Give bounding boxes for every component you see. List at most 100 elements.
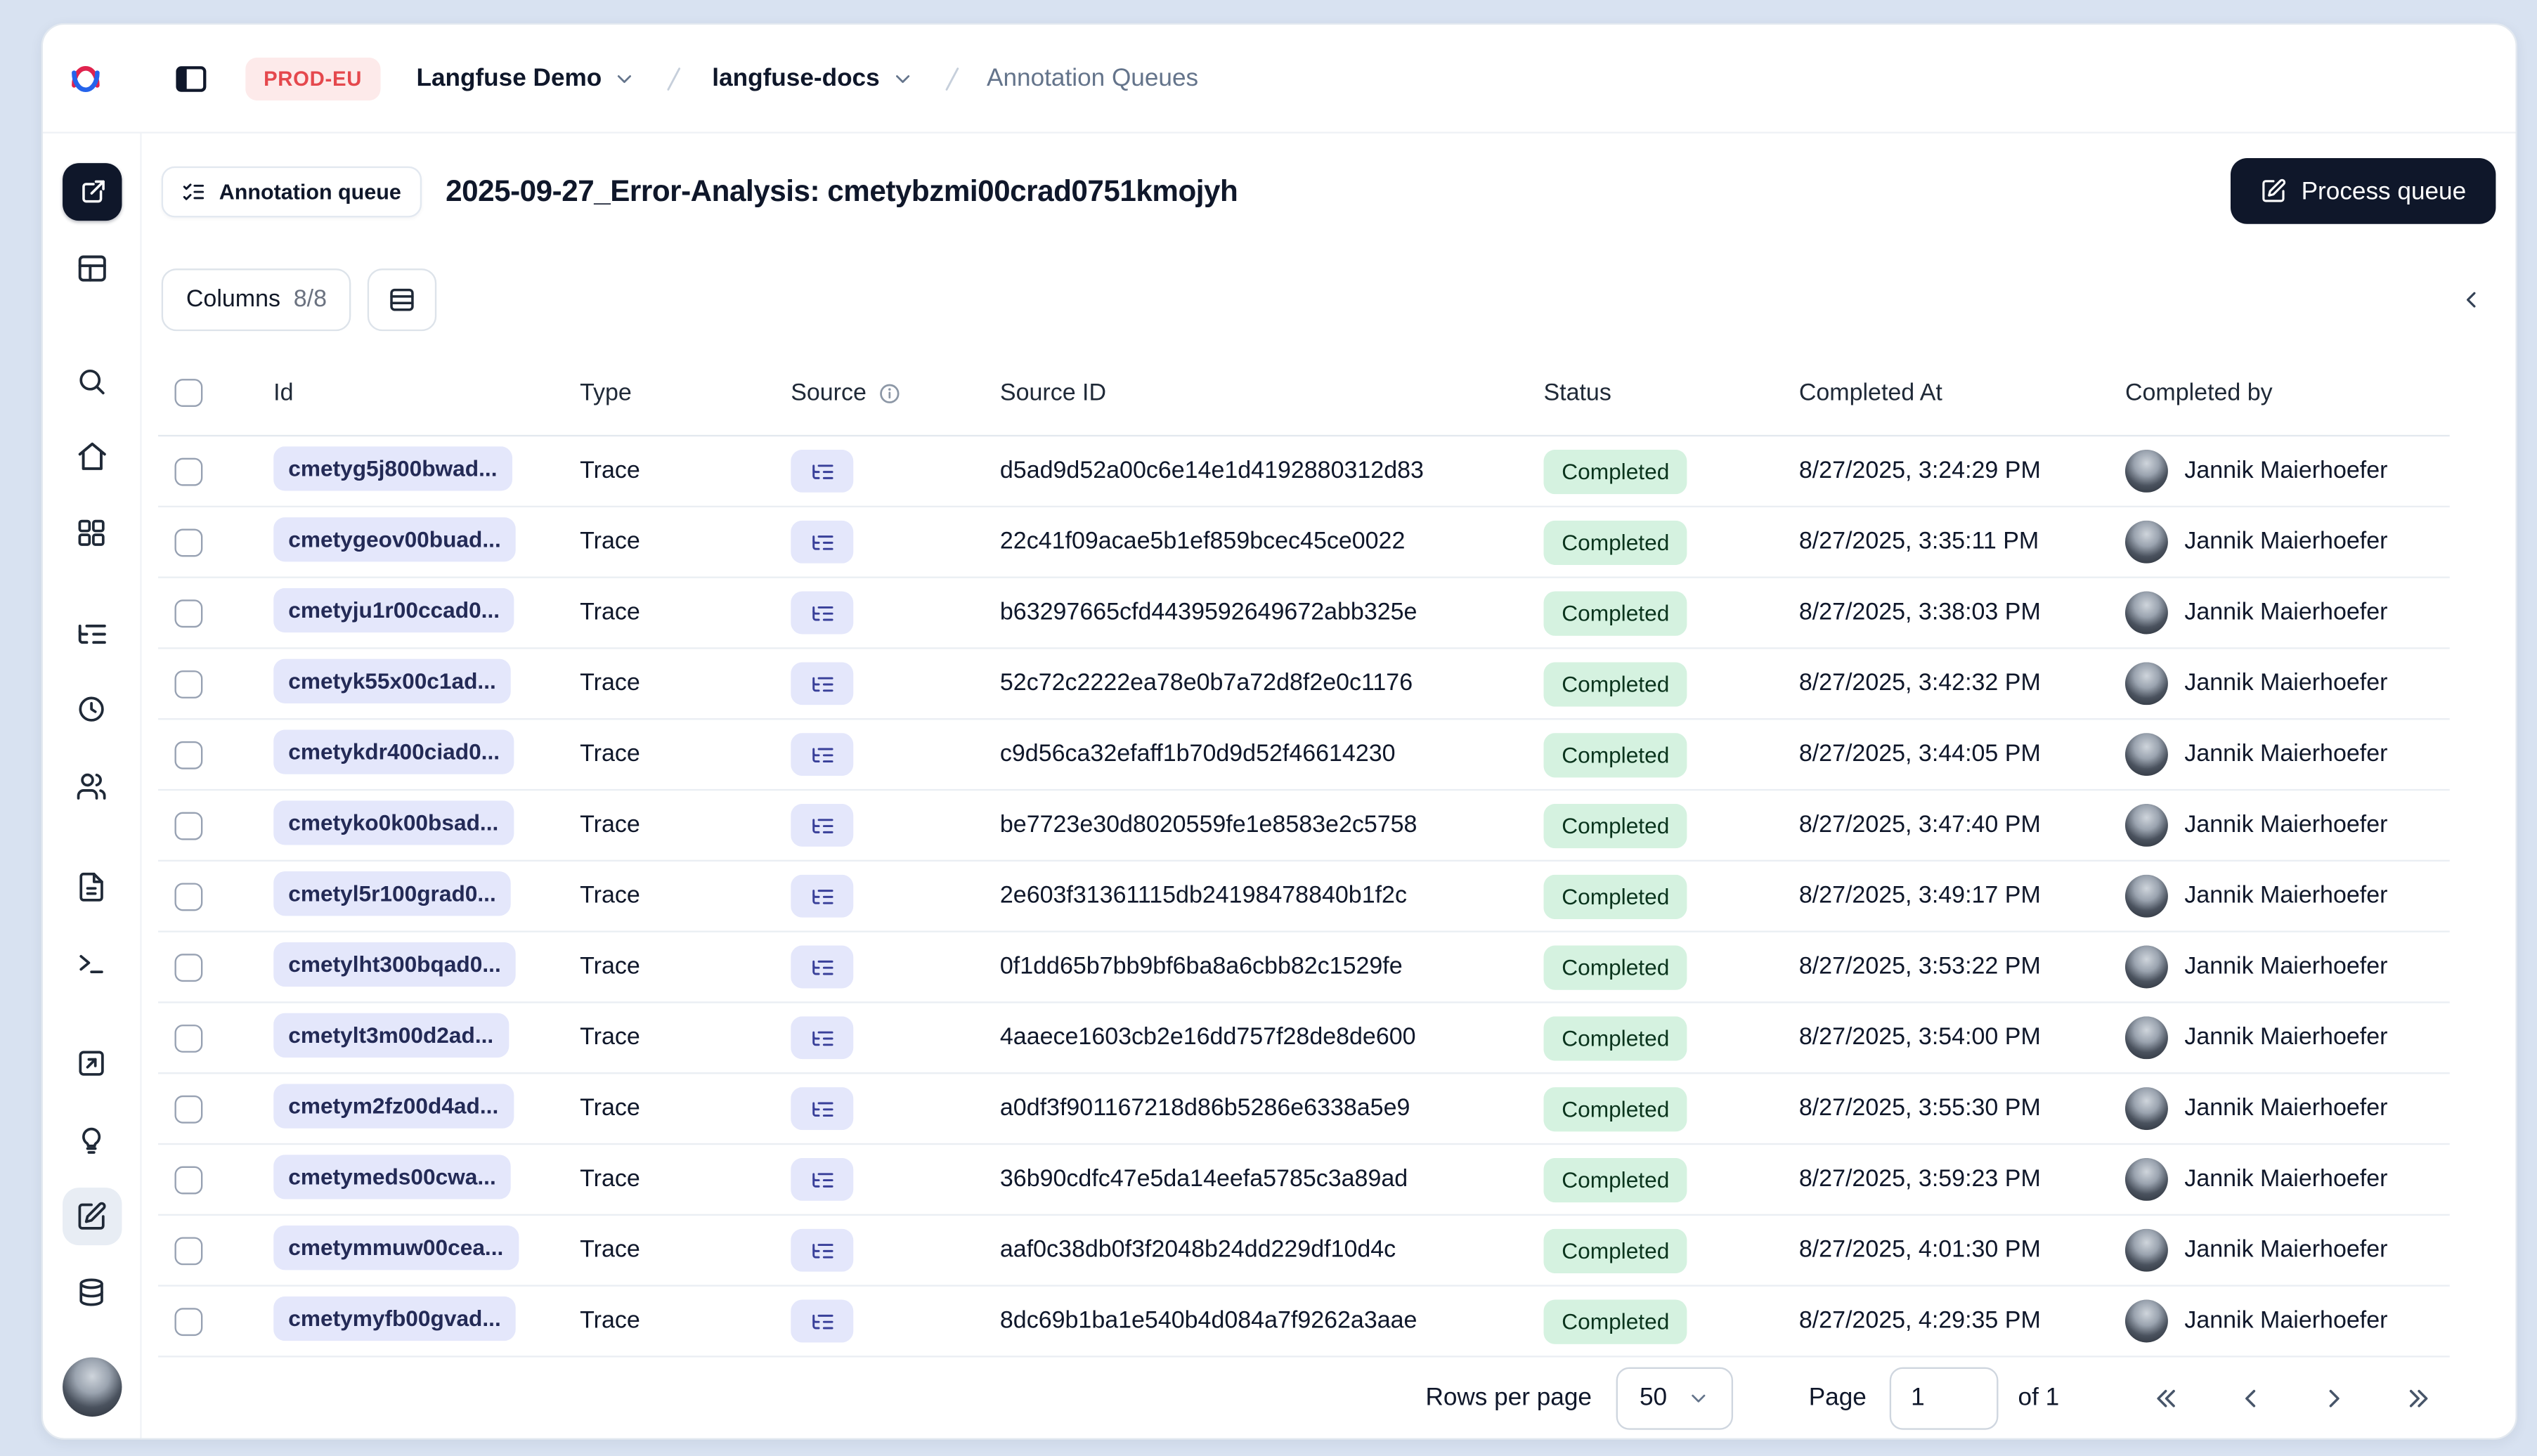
item-id-chip[interactable]: cmetyju1r00ccad0... — [273, 587, 515, 632]
table-row[interactable]: cmetym2fz00d4ad... Trace a0df3f901167218… — [158, 1074, 2450, 1145]
page-number-input[interactable] — [1889, 1366, 1999, 1429]
trace-source-button[interactable] — [791, 1016, 854, 1060]
trace-source-button[interactable] — [791, 733, 854, 776]
trace-source-button[interactable] — [791, 520, 854, 564]
row-checkbox[interactable] — [174, 528, 203, 557]
trace-source-button[interactable] — [791, 945, 854, 989]
column-header-completed-at[interactable]: Completed At — [1799, 379, 2125, 406]
item-type: Trace — [580, 1025, 640, 1051]
item-id-chip[interactable]: cmetygeov00buad... — [273, 516, 516, 561]
row-checkbox[interactable] — [174, 599, 203, 627]
item-id-chip[interactable]: cmetyg5j800bwad... — [273, 446, 512, 490]
trace-source-button[interactable] — [791, 449, 854, 493]
user-avatar[interactable] — [61, 1357, 122, 1417]
completed-by-name: Jannik Maierhoefer — [2184, 1308, 2388, 1334]
select-all-checkbox[interactable] — [174, 379, 203, 408]
row-checkbox[interactable] — [174, 1307, 203, 1335]
trace-source-button[interactable] — [791, 874, 854, 918]
nav-users-button[interactable] — [62, 757, 121, 815]
nav-evaluation-button[interactable] — [62, 1035, 121, 1093]
rows-per-page-select[interactable]: 50 — [1616, 1366, 1733, 1429]
item-type: Trace — [580, 1095, 640, 1122]
table-row[interactable]: cmetykdr400ciad0... Trace c9d56ca32efaff… — [158, 720, 2450, 791]
project-switcher[interactable]: langfuse-docs — [702, 58, 924, 99]
column-header-completed-by[interactable]: Completed by — [2125, 379, 2450, 406]
table-row[interactable]: cmetygeov00buad... Trace 22c41f09acae5b1… — [158, 507, 2450, 578]
row-checkbox[interactable] — [174, 882, 203, 911]
trace-source-button[interactable] — [791, 591, 854, 635]
item-id-chip[interactable]: cmetylt3m00d2ad... — [273, 1012, 509, 1057]
nav-playground-button[interactable] — [62, 934, 121, 992]
row-checkbox[interactable] — [174, 1165, 203, 1194]
item-id-chip[interactable]: cmetymeds00cwa... — [273, 1154, 511, 1199]
table-row[interactable]: cmetymyfb00gvad... Trace 8dc69b1ba1e540b… — [158, 1287, 2450, 1358]
nav-annotation-queues-button[interactable] — [61, 1187, 122, 1245]
column-header-source[interactable]: Source — [791, 379, 1000, 406]
list-tree-icon — [75, 617, 108, 650]
item-id-chip[interactable]: cmetykdr400ciad0... — [273, 729, 515, 774]
item-id-chip[interactable]: cmetyko0k00bsad... — [273, 800, 514, 845]
table-row[interactable]: cmetymmuw00cea... Trace aaf0c38db0f3f204… — [158, 1216, 2450, 1287]
table-row[interactable]: cmetylht300bqad0... Trace 0f1dd65b7bb9bf… — [158, 932, 2450, 1003]
column-header-status[interactable]: Status — [1543, 379, 1798, 406]
previous-page-button[interactable] — [2222, 1370, 2278, 1426]
row-checkbox[interactable] — [174, 669, 203, 698]
columns-button[interactable]: Columns 8/8 — [161, 268, 352, 332]
row-checkbox[interactable] — [174, 1023, 203, 1052]
last-page-button[interactable] — [2390, 1370, 2446, 1426]
trace-source-button[interactable] — [791, 662, 854, 706]
row-checkbox[interactable] — [174, 740, 203, 769]
nav-scores-button[interactable] — [62, 1111, 121, 1169]
org-switcher[interactable]: Langfuse Demo — [406, 58, 646, 99]
nav-sessions-button[interactable] — [62, 681, 121, 739]
item-id-chip[interactable]: cmetymyfb00gvad... — [273, 1295, 516, 1340]
column-header-type[interactable]: Type — [580, 379, 791, 406]
nav-traces-button[interactable] — [62, 605, 121, 663]
breadcrumb-section: Annotation Queues — [987, 64, 1199, 93]
item-id-chip[interactable]: cmetymmuw00cea... — [273, 1224, 519, 1270]
item-id-chip[interactable]: cmetyl5r100grad0... — [273, 870, 511, 916]
process-queue-button[interactable]: Process queue — [2230, 158, 2496, 224]
table-row[interactable]: cmetyg5j800bwad... Trace d5ad9d52a00c6e1… — [158, 436, 2450, 507]
table-row[interactable]: cmetyl5r100grad0... Trace 2e603f31361115… — [158, 862, 2450, 932]
nav-prompts-button[interactable] — [62, 858, 121, 916]
row-checkbox[interactable] — [174, 457, 203, 486]
nav-tables-button[interactable] — [62, 239, 121, 297]
breadcrumb-slash-icon — [659, 63, 689, 93]
table-row[interactable]: cmetylt3m00d2ad... Trace 4aaece1603cb2e1… — [158, 1003, 2450, 1074]
sidebar-toggle-button[interactable] — [167, 53, 216, 103]
row-checkbox[interactable] — [174, 953, 203, 981]
table-row[interactable]: cmetyko0k00bsad... Trace be7723e30d80205… — [158, 791, 2450, 862]
trace-source-button[interactable] — [791, 1157, 854, 1201]
trace-source-button[interactable] — [791, 1087, 854, 1131]
item-id-chip[interactable]: cmetylht300bqad0... — [273, 941, 516, 986]
collapse-panel-button[interactable] — [2446, 275, 2496, 324]
column-header-id[interactable]: Id — [273, 379, 580, 406]
next-page-button[interactable] — [2306, 1370, 2363, 1426]
column-header-source-id[interactable]: Source ID — [1000, 379, 1544, 406]
panel-left-icon — [173, 60, 209, 97]
table-row[interactable]: cmetyk55x00c1ad... Trace 52c72c2222ea78e… — [158, 649, 2450, 720]
main-content: Annotation queue 2025-09-27_Error-Analys… — [142, 134, 2516, 1438]
nav-home-button[interactable] — [62, 428, 121, 486]
row-checkbox[interactable] — [174, 1236, 203, 1265]
row-checkbox[interactable] — [174, 1094, 203, 1123]
row-height-button[interactable] — [368, 268, 438, 332]
nav-datasets-button[interactable] — [62, 1263, 121, 1322]
trace-source-button[interactable] — [791, 1228, 854, 1272]
trace-source-button[interactable] — [791, 1299, 854, 1343]
item-id-chip[interactable]: cmetyk55x00c1ad... — [273, 658, 511, 703]
item-id-chip[interactable]: cmetym2fz00d4ad... — [273, 1083, 514, 1128]
nav-dashboards-button[interactable] — [62, 504, 121, 562]
row-checkbox[interactable] — [174, 811, 203, 840]
trace-source-button[interactable] — [791, 803, 854, 847]
open-external-button[interactable] — [61, 163, 122, 221]
first-page-button[interactable] — [2139, 1370, 2195, 1426]
list-tree-icon — [810, 1167, 834, 1192]
item-type: Trace — [580, 1308, 640, 1334]
nav-search-button[interactable] — [62, 351, 121, 410]
table-row[interactable]: cmetymeds00cwa... Trace 36b90cdfc47e5da1… — [158, 1145, 2450, 1216]
table-row[interactable]: cmetyju1r00ccad0... Trace b63297665cfd44… — [158, 578, 2450, 649]
source-id: 36b90cdfc47e5da14eefa5785c3a89ad — [999, 1166, 1408, 1193]
annotation-queue-chip-label: Annotation queue — [219, 178, 401, 204]
